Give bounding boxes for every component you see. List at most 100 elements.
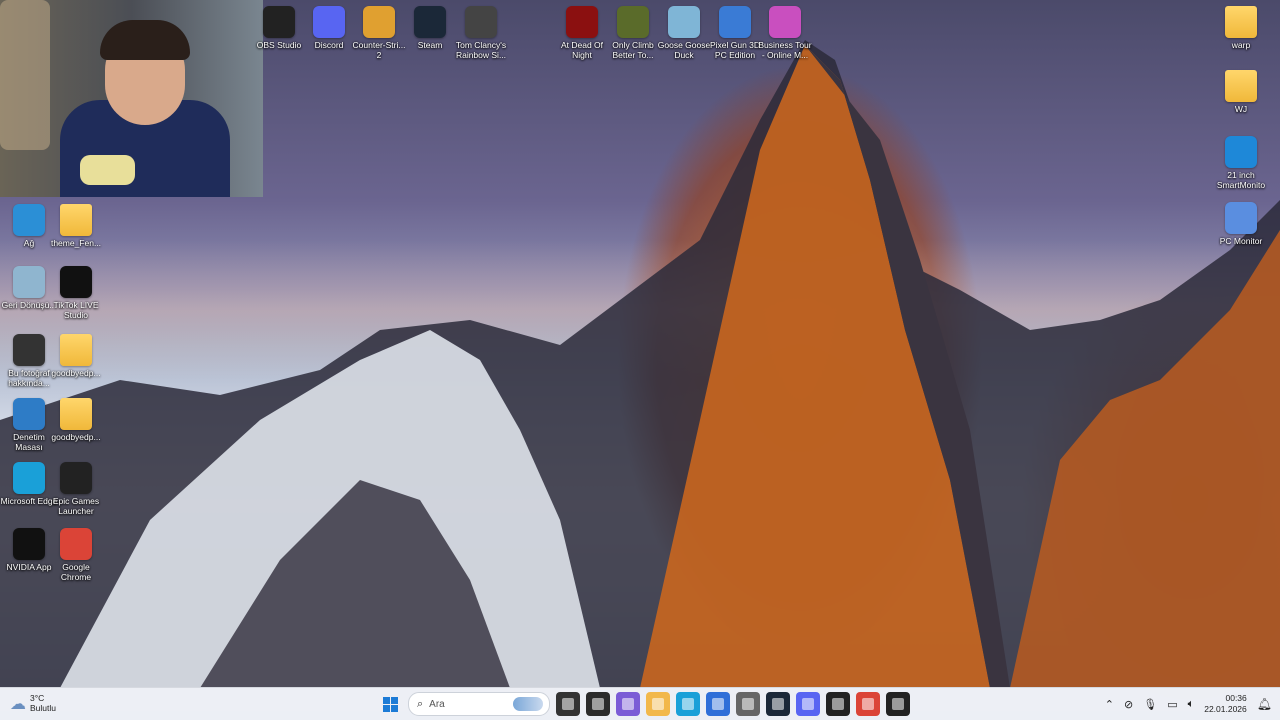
microphone-icon[interactable]: 🎙︎ [1143, 698, 1157, 711]
desktop-icon-label: Tom Clancy's Rainbow Si... [455, 40, 507, 60]
desktop-icon-label: theme_Fen... [50, 238, 102, 248]
desktop-icon[interactable]: Business Tour - Online M... [756, 6, 814, 60]
monitor-icon [1225, 136, 1257, 168]
taskbar-app-file-explorer[interactable] [556, 692, 580, 716]
taskbar-app-edge[interactable] [676, 692, 700, 716]
desktop-icon[interactable]: theme_Fen... [47, 204, 105, 248]
desktop-icon-label: goodbyedp... [51, 432, 101, 442]
desktop-icon[interactable]: 21 inch SmartMonito [1212, 136, 1270, 190]
taskbar-app-store[interactable] [706, 692, 730, 716]
taskbar-app-epic[interactable] [886, 692, 910, 716]
clock[interactable]: 00:36 22.01.2026 [1204, 693, 1247, 715]
obs-icon [832, 698, 844, 710]
desktop-icon[interactable]: Only Climb Better To... [604, 6, 662, 60]
chrome-icon [60, 528, 92, 560]
desktop-icon[interactable]: At Dead Of Night [553, 6, 611, 60]
edge-icon [13, 462, 45, 494]
goose-icon [668, 6, 700, 38]
notification-icon[interactable]: 🔔︎ [1257, 697, 1272, 711]
desktop-icon[interactable]: Steam [401, 6, 459, 50]
file-explorer-icon [562, 698, 574, 710]
weather-description: Bulutlu [30, 703, 56, 713]
desktop-icon-label: Only Climb Better To... [612, 40, 654, 60]
dead-of-night-icon [566, 6, 598, 38]
pixel-gun-icon [719, 6, 751, 38]
network-off-icon[interactable]: ⊘ [1124, 698, 1133, 711]
terminal-icon [592, 698, 604, 710]
desktop-icon-label: Goose Goose Duck [657, 40, 711, 60]
search-placeholder: Ara [429, 698, 445, 710]
taskbar-app-chrome[interactable] [856, 692, 880, 716]
control-panel-icon [13, 398, 45, 430]
desktop-icon[interactable]: PC Monitor [1212, 202, 1270, 246]
start-button[interactable] [378, 692, 402, 716]
desktop-icon-label: Steam [417, 40, 443, 50]
weather-widget[interactable]: ☁ 3°C Bulutlu [10, 693, 56, 713]
desktop-icon[interactable]: goodbyedp... [47, 334, 105, 378]
gear-icon [742, 698, 754, 710]
search-highlight-icon [513, 697, 543, 711]
obs-icon [263, 6, 295, 38]
desktop-icon-label: Business Tour - Online M... [758, 40, 812, 60]
tiktok-icon [60, 266, 92, 298]
desktop-icon-label: Epic Games Launcher [52, 496, 100, 516]
taskbar-app-photos[interactable] [616, 692, 640, 716]
steam-icon [414, 6, 446, 38]
store-icon [712, 698, 724, 710]
desktop-icon[interactable]: Counter-Stri... 2 [350, 6, 408, 60]
desktop-icon-label: TikTok LIVE Studio [53, 300, 99, 320]
folder-icon [652, 698, 664, 710]
desktop-icon-label: goodbyedp... [51, 368, 101, 378]
chevron-up-icon[interactable]: ⌃ [1105, 698, 1114, 711]
desktop-icon-label: At Dead Of Night [560, 40, 604, 60]
r6-icon [465, 6, 497, 38]
edge-icon [682, 698, 694, 710]
taskbar: ☁ 3°C Bulutlu ⌕ Ara ⌃ ⊘ 🎙︎ ▭ 🔈︎ 00:36 22… [0, 687, 1280, 720]
desktop-icon[interactable]: WJ [1212, 70, 1270, 114]
clock-date: 22.01.2026 [1204, 704, 1247, 714]
desktop-icon[interactable]: Goose Goose Duck [655, 6, 713, 60]
display-icon[interactable]: ▭ [1167, 698, 1177, 711]
epic-games-icon [60, 462, 92, 494]
desktop-icon[interactable]: Google Chrome [47, 528, 105, 582]
taskbar-app-settings[interactable] [736, 692, 760, 716]
taskbar-app-discord[interactable] [796, 692, 820, 716]
chrome-icon [862, 698, 874, 710]
only-climb-icon [617, 6, 649, 38]
steam-icon [772, 698, 784, 710]
volume-icon[interactable]: 🔈︎ [1188, 697, 1195, 711]
desktop-icon-label: warp [1231, 40, 1251, 50]
desktop-icon-label: PC Monitor [1219, 236, 1263, 246]
desktop-icon[interactable]: TikTok LIVE Studio [47, 266, 105, 320]
discord-icon [313, 6, 345, 38]
desktop-icon[interactable]: warp [1212, 6, 1270, 50]
folder-icon [1225, 6, 1257, 38]
desktop-icon-label: Google Chrome [60, 562, 92, 582]
folder-icon [60, 334, 92, 366]
desktop-icon-label: 21 inch SmartMonito [1216, 170, 1266, 190]
cs2-icon [363, 6, 395, 38]
network-icon [13, 204, 45, 236]
photos-icon [622, 698, 634, 710]
taskbar-app-folder[interactable] [646, 692, 670, 716]
system-tray: ⌃ ⊘ 🎙︎ ▭ 🔈︎ 00:36 22.01.2026 🔔︎ [1105, 688, 1272, 720]
taskbar-app-terminal[interactable] [586, 692, 610, 716]
pc-monitor-icon [1225, 202, 1257, 234]
epic-games-icon [892, 698, 904, 710]
folder-icon [60, 204, 92, 236]
weather-temp: 3°C [30, 693, 45, 703]
desktop-icon[interactable]: goodbyedp... [47, 398, 105, 442]
discord-icon [802, 698, 814, 710]
search-box[interactable]: ⌕ Ara [408, 692, 550, 716]
clock-time: 00:36 [1225, 693, 1247, 703]
desktop-icon[interactable]: Tom Clancy's Rainbow Si... [452, 6, 510, 60]
business-tour-icon [769, 6, 801, 38]
taskbar-app-steam[interactable] [766, 692, 790, 716]
windows-icon [382, 696, 398, 712]
recycle-bin-icon [13, 266, 45, 298]
search-icon: ⌕ [417, 697, 424, 710]
folder-icon [1225, 70, 1257, 102]
desktop-icon[interactable]: Epic Games Launcher [47, 462, 105, 516]
cloud-icon: ☁ [10, 693, 26, 713]
taskbar-app-obs[interactable] [826, 692, 850, 716]
